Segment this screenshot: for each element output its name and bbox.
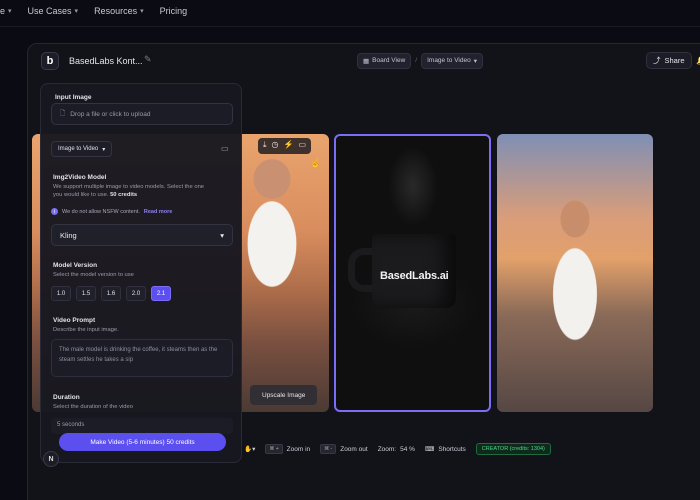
image-toolbar: ⤓ ◷ ⚡ ▭ xyxy=(258,138,312,154)
upload-placeholder: Drop a file or click to upload xyxy=(70,110,151,118)
panel-icon[interactable]: ▭ xyxy=(221,144,229,153)
app-window: b BasedLabs Kont... ✎ ▦ Board View / Ima… xyxy=(27,43,700,500)
nsfw-text: We do not allow NSFW content. xyxy=(62,208,140,215)
app-logo[interactable]: b xyxy=(41,52,59,70)
zoom-in-control[interactable]: ⌘ + Zoom in xyxy=(265,444,310,454)
app-topbar: b BasedLabs Kont... ✎ ▦ Board View / Ima… xyxy=(28,44,700,76)
upload-dropzone[interactable]: 🗋 Drop a file or click to upload xyxy=(51,103,233,125)
zoom-out-shortcut: ⌘ - xyxy=(320,444,337,454)
site-nav: e ▾ Use Cases ▾ Resources ▾ Pricing xyxy=(0,0,700,22)
input-image-label: Input Image xyxy=(55,94,92,101)
view-switcher: ▦ Board View / Image to Video ▾ xyxy=(353,52,487,69)
hand-cursor-icon: ☝ xyxy=(310,158,322,168)
project-title[interactable]: BasedLabs Kont... xyxy=(69,56,143,66)
chevron-down-icon: ▾ xyxy=(220,230,224,240)
view-mode-label: Board View xyxy=(372,57,406,64)
chevron-down-icon: ▾ xyxy=(473,57,477,65)
nsfw-notice: i We do not allow NSFW content. Read mor… xyxy=(51,208,172,215)
credits-badge: CREATOR (credits: 1304) xyxy=(475,443,551,455)
board-view-button[interactable]: ▦ Board View xyxy=(357,52,412,69)
zoom-value: 54 % xyxy=(400,445,415,453)
nav-label: Resources xyxy=(94,6,138,16)
share-icon: ⤴ xyxy=(653,56,661,65)
model-section-desc: We support multiple image to video model… xyxy=(53,184,205,190)
generated-image-card-3[interactable] xyxy=(497,134,653,412)
version-option[interactable]: 1.0 xyxy=(51,286,71,301)
model-section-label: Img2Video Model xyxy=(53,174,107,181)
video-icon[interactable]: ▭ xyxy=(299,140,307,152)
bolt-icon[interactable]: ⚡ xyxy=(284,140,294,152)
model-selected-label: Kling xyxy=(60,230,77,240)
tool-label: Image to Video xyxy=(427,57,471,64)
mode-select[interactable]: Image to Video ▾ xyxy=(51,141,113,157)
version-options: 1.0 1.5 1.6 2.0 2.1 xyxy=(51,286,171,301)
read-more-link[interactable]: Read more xyxy=(144,209,172,215)
generated-image-card-selected[interactable]: BasedLabs.ai xyxy=(334,134,491,412)
chevron-down-icon: ▾ xyxy=(102,146,106,153)
zoom-readout: Zoom: 54 % xyxy=(378,446,415,453)
share-label: Share xyxy=(664,56,685,65)
mode-label: Image to Video xyxy=(58,146,99,152)
duration-label: Duration xyxy=(53,394,80,401)
nav-label: Use Cases xyxy=(27,6,72,16)
chevron-down-icon: ▾ xyxy=(140,8,144,15)
version-option[interactable]: 2.0 xyxy=(126,286,146,301)
model-section-desc-2: you would like to use. 50 credits xyxy=(53,192,138,198)
canvas-toolbar: ✋▾ ⌘ + Zoom in ⌘ - Zoom out Zoom: 54 % ⌨… xyxy=(244,441,551,457)
nav-item-use-cases[interactable]: Use Cases ▾ xyxy=(28,6,79,16)
hand-icon[interactable]: ✋▾ xyxy=(244,445,255,453)
file-icon: 🗋 xyxy=(60,109,66,117)
grid-icon: ▦ xyxy=(363,57,370,65)
shortcuts-label: Shortcuts xyxy=(438,445,466,453)
clock-icon[interactable]: ◷ xyxy=(272,140,279,152)
nav-item-partial[interactable]: e ▾ xyxy=(0,6,12,16)
duration-desc: Select the duration of the video xyxy=(53,404,133,410)
pencil-icon[interactable]: ✎ xyxy=(144,54,152,65)
model-version-desc: Select the model version to use xyxy=(53,272,134,278)
zoom-in-label: Zoom in xyxy=(286,445,311,453)
video-prompt-input[interactable]: The male model is drinking the coffee, i… xyxy=(51,339,233,377)
tool-select[interactable]: Image to Video ▾ xyxy=(421,52,483,69)
chevron-down-icon: ▾ xyxy=(8,8,12,15)
duration-select[interactable]: 5 seconds xyxy=(51,418,233,434)
nav-item-pricing[interactable]: Pricing xyxy=(160,6,188,16)
version-option[interactable]: 1.5 xyxy=(76,286,96,301)
chevron-down-icon: ▾ xyxy=(74,8,79,15)
mug-brand-text: BasedLabs.ai xyxy=(380,270,449,282)
nav-divider xyxy=(0,26,700,27)
bell-icon[interactable]: 🔔 xyxy=(696,55,700,66)
download-icon[interactable]: ⤓ xyxy=(263,140,267,152)
zoom-label: Zoom: xyxy=(377,445,397,453)
version-option[interactable]: 1.6 xyxy=(101,286,121,301)
video-prompt-desc: Describe the input image. xyxy=(53,327,119,333)
upscale-image-button[interactable]: Upscale Image xyxy=(250,385,318,405)
nav-item-resources[interactable]: Resources ▾ xyxy=(94,6,144,16)
breadcrumb-separator: / xyxy=(415,57,418,64)
zoom-out-label: Zoom out xyxy=(340,445,368,453)
steam xyxy=(388,146,438,226)
video-prompt-label: Video Prompt xyxy=(53,317,96,324)
shortcuts-button[interactable]: ⌨ Shortcuts xyxy=(424,445,466,454)
user-avatar[interactable]: N xyxy=(43,451,59,467)
settings-panel: Input Image 🗋 Drop a file or click to up… xyxy=(40,83,242,463)
nav-label: e xyxy=(0,6,6,16)
make-video-button[interactable]: Make Video (5-6 minutes) 50 credits xyxy=(59,433,226,451)
keyboard-icon: ⌨ xyxy=(424,446,435,453)
info-icon: i xyxy=(51,208,58,215)
model-version-label: Model Version xyxy=(53,262,98,269)
zoom-in-shortcut: ⌘ + xyxy=(265,444,283,454)
nav-label: Pricing xyxy=(159,6,188,16)
model-select[interactable]: Kling ▾ xyxy=(51,224,233,246)
share-button[interactable]: ⤴ Share xyxy=(646,52,692,69)
zoom-out-control[interactable]: ⌘ - Zoom out xyxy=(320,444,368,454)
version-option-active[interactable]: 2.1 xyxy=(151,286,171,301)
